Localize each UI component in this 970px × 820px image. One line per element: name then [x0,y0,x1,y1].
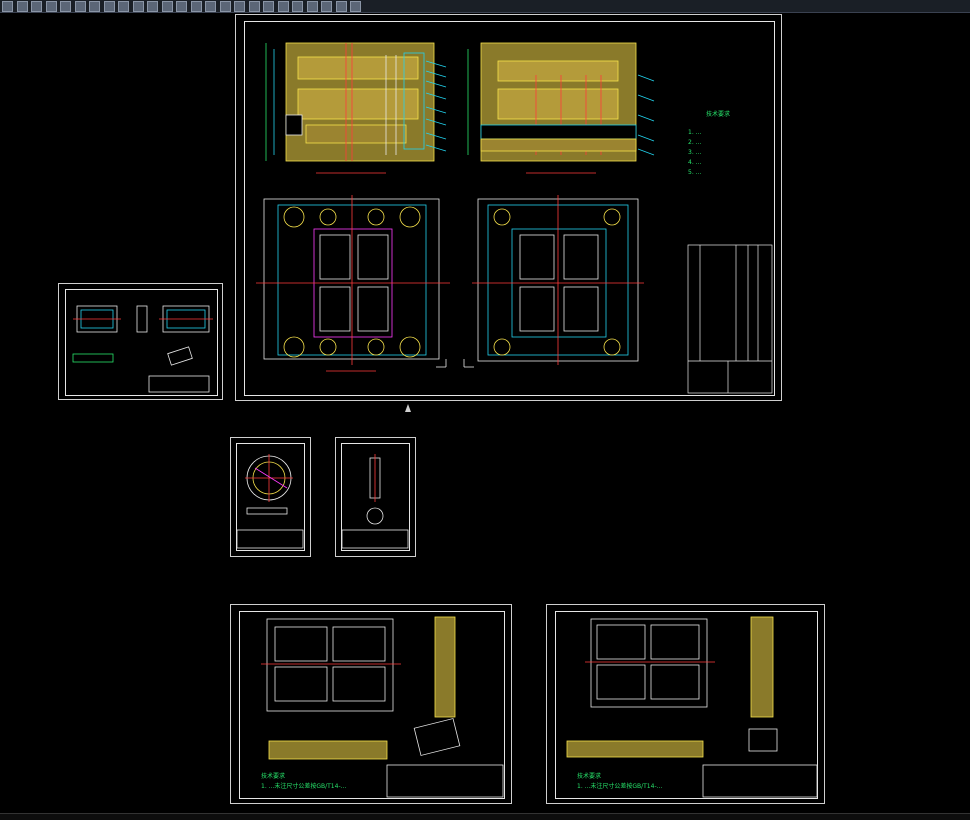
part-geometry [72,305,213,393]
properties-icon[interactable] [234,1,245,12]
assembly-drawing-sheet[interactable]: 技术要求 1. ... 2. ... 3. ... 4. ... 5. ... [235,14,782,401]
status-bar [0,813,970,820]
parts-list [687,244,773,394]
otrack-icon[interactable] [161,1,173,12]
osnap-icon[interactable] [147,1,158,12]
print-icon[interactable] [31,1,42,12]
assembly-note-5: 5. ... [688,169,702,176]
front-section-left [265,42,447,174]
cavity-tech-title: 技术要求 [261,773,286,780]
plan-view-left [256,195,450,372]
insert-icon[interactable] [292,1,303,12]
assembly-geometry [256,42,773,394]
model-icon[interactable] [190,1,202,12]
polar-icon[interactable] [132,1,144,12]
hatch-icon[interactable] [335,1,347,12]
cavity-tech-line: 1. ...未注尺寸公差按GB/T14-... [261,783,347,790]
block-icon[interactable] [277,1,289,12]
plan-view-right [436,195,644,368]
ring-drawing-sheet[interactable] [230,437,311,557]
pin-geometry [341,454,409,549]
cavity-drawing-sheet[interactable]: 技术要求 1. ...未注尺寸公差按GB/T14-... [230,604,512,804]
layer-icon[interactable] [45,1,57,12]
dim-icon[interactable] [321,1,332,12]
zoom-icon[interactable] [60,1,71,12]
lineweight-icon[interactable] [176,1,187,12]
save-icon[interactable] [16,1,28,12]
open-icon[interactable] [2,1,13,12]
front-section-right [467,42,655,174]
ortho-icon[interactable] [118,1,129,12]
core-drawing-sheet[interactable]: 技术要求 1. ...未注尺寸公差按GB/T14-... [546,604,825,804]
layout-icon[interactable] [205,1,216,12]
text-icon[interactable] [306,1,318,12]
core-tech-title: 技术要求 [577,773,602,780]
assembly-note-3: 3. ... [688,149,702,156]
match-icon[interactable] [248,1,260,12]
assembly-note-4: 4. ... [688,159,702,166]
part-drawing-sheet[interactable] [58,283,223,400]
measure-icon[interactable] [263,1,274,12]
pin-drawing-sheet[interactable] [335,437,416,557]
assembly-notes-title: 技术要求 [706,111,731,118]
top-toolbar [0,0,970,13]
assembly-note-2: 2. ... [688,139,702,146]
grid-icon[interactable] [89,1,100,12]
assembly-note-1: 1. ... [688,129,702,136]
table-icon[interactable] [350,1,361,12]
pan-icon[interactable] [74,1,86,12]
plot-icon[interactable] [219,1,231,12]
core-tech-line: 1. ...未注尺寸公差按GB/T14-... [577,783,663,790]
snap-icon[interactable] [103,1,115,12]
cursor-icon [405,404,411,412]
ring-geometry [236,454,304,549]
